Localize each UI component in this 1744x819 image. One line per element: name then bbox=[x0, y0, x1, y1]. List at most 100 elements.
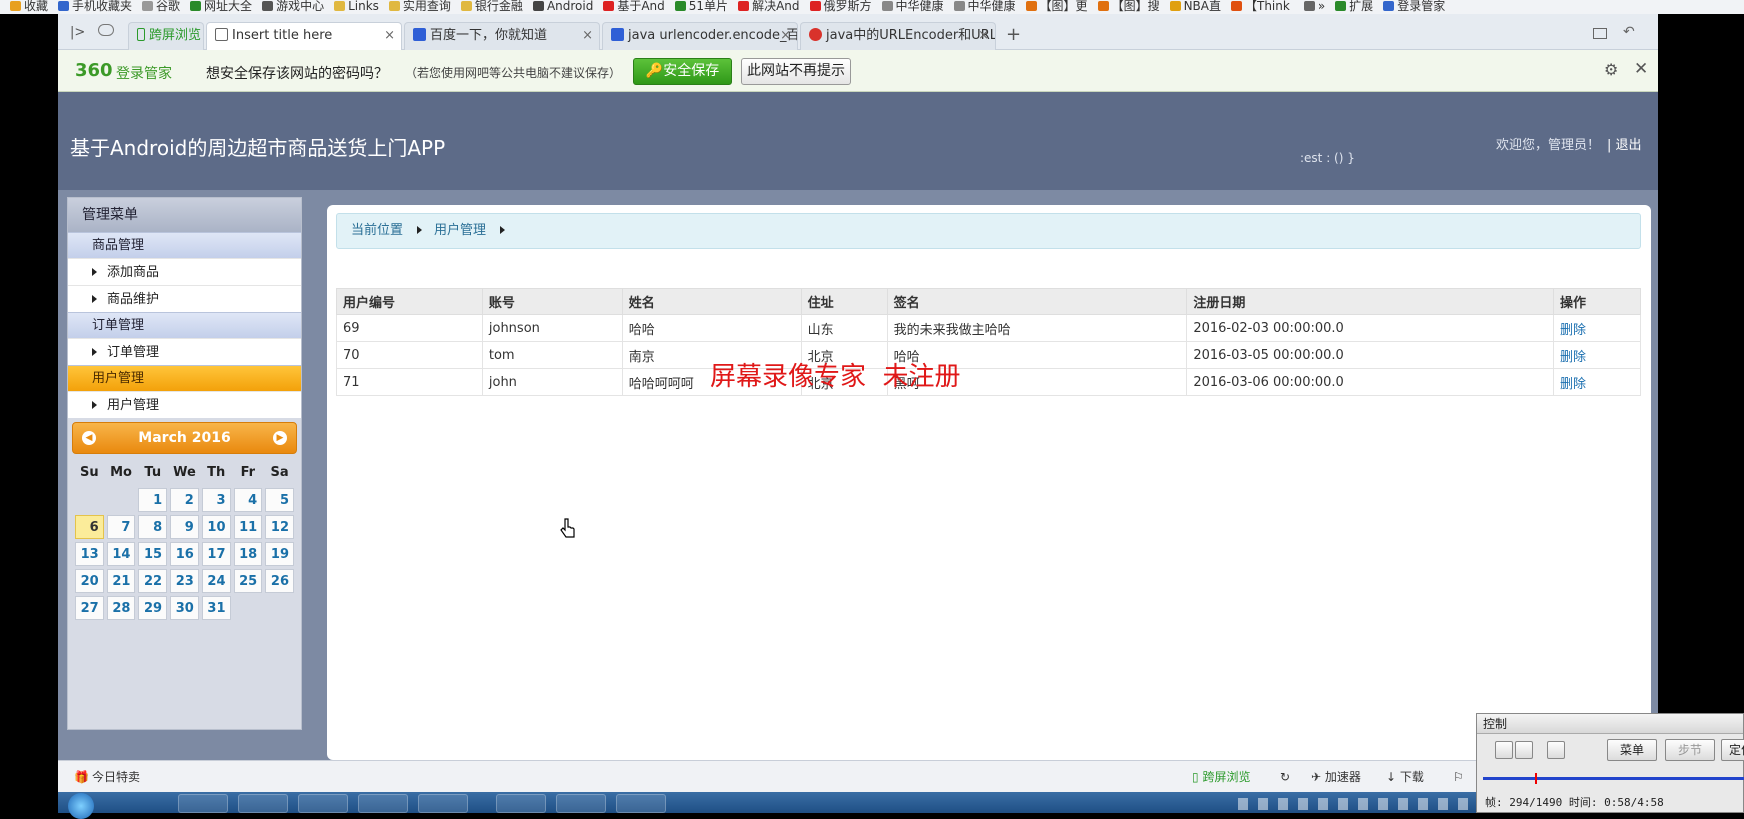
bookmark-item[interactable]: 【图】更 bbox=[1025, 0, 1088, 12]
menu-button[interactable]: 菜单 bbox=[1607, 739, 1657, 761]
calendar-day[interactable]: 27 bbox=[75, 596, 104, 620]
calendar-day[interactable]: 14 bbox=[106, 542, 136, 566]
locate-button[interactable]: 定位 bbox=[1721, 739, 1744, 761]
ie-icon[interactable] bbox=[178, 794, 228, 813]
bookmark-item[interactable]: 实用查询 bbox=[388, 0, 451, 12]
close-tab-icon[interactable]: × bbox=[384, 23, 395, 49]
menu-item-add-goods[interactable]: 添加商品 bbox=[68, 258, 301, 285]
undo-icon[interactable]: ↶ bbox=[1623, 24, 1635, 40]
calendar-day[interactable]: 21 bbox=[106, 569, 136, 593]
calendar-day[interactable]: 26 bbox=[265, 569, 294, 593]
bookmark-item[interactable]: 银行金融 bbox=[460, 0, 523, 12]
prev-month-icon[interactable]: ◀ bbox=[82, 431, 96, 445]
never-prompt-button[interactable]: 此网站不再提示 bbox=[741, 58, 851, 85]
bookmark-item[interactable]: 谷歌 bbox=[142, 0, 180, 12]
today-deals-link[interactable]: 今日特卖 bbox=[92, 761, 140, 793]
pause-button[interactable] bbox=[1495, 741, 1513, 759]
360-browser-icon[interactable] bbox=[238, 794, 288, 813]
cross-screen-link[interactable]: ▯ 跨屏浏览 bbox=[1192, 761, 1250, 793]
calendar-day[interactable]: 31 bbox=[201, 596, 231, 620]
calendar-day[interactable]: 19 bbox=[265, 542, 294, 566]
tab-insert-title[interactable]: Insert title here × bbox=[206, 22, 402, 51]
calendar-day[interactable]: 25 bbox=[233, 569, 263, 593]
bookmark-item[interactable]: NBA直 bbox=[1169, 0, 1221, 12]
calendar-day[interactable]: 4 bbox=[233, 488, 263, 512]
calendar-day[interactable]: 28 bbox=[106, 596, 136, 620]
bookmark-item[interactable]: 解决And bbox=[738, 0, 800, 12]
calendar-day[interactable]: 6 bbox=[75, 515, 104, 539]
bookmark-item[interactable]: 网址大全 bbox=[190, 0, 252, 12]
calendar-day[interactable]: 13 bbox=[75, 542, 104, 566]
close-bar-icon[interactable]: ✕ bbox=[1634, 59, 1648, 79]
chrome-like-icon[interactable] bbox=[358, 794, 408, 813]
close-tab-icon[interactable]: × bbox=[582, 23, 593, 49]
calendar-day[interactable]: 8 bbox=[138, 515, 168, 539]
bookmark-item[interactable]: 俄罗斯方 bbox=[809, 0, 872, 12]
new-tab-button[interactable]: + bbox=[1006, 24, 1021, 45]
breadcrumb-current-position[interactable]: 当前位置 bbox=[351, 223, 403, 238]
bookmark-item[interactable]: 登录管家 bbox=[1383, 0, 1445, 12]
bookmark-item[interactable]: 收藏 bbox=[10, 0, 48, 12]
bookmark-item[interactable]: Links bbox=[334, 0, 379, 12]
tab-java-urlencoder[interactable]: java urlencoder.encode_百度 × bbox=[602, 22, 798, 50]
bookmark-item[interactable]: 中华健康 bbox=[953, 0, 1016, 12]
tab-cross-screen[interactable]: 跨屏浏览 bbox=[128, 22, 204, 50]
calendar-day[interactable]: 12 bbox=[265, 515, 294, 539]
menu-item-user-management[interactable]: 用户管理 bbox=[68, 391, 301, 418]
bookmark-item[interactable]: 基于And bbox=[603, 0, 665, 12]
step-button[interactable]: 步节 bbox=[1665, 739, 1715, 761]
calendar-day[interactable]: 16 bbox=[170, 542, 199, 566]
calendar-day[interactable]: 22 bbox=[138, 569, 168, 593]
menu-item-goods-maintenance[interactable]: 商品维护 bbox=[68, 285, 301, 312]
menu-item-order-management[interactable]: 订单管理 bbox=[68, 338, 301, 365]
cloud-icon[interactable] bbox=[98, 24, 114, 36]
bookmark-item[interactable]: 扩展 bbox=[1335, 0, 1373, 12]
close-tab-icon[interactable]: × bbox=[780, 23, 791, 49]
bookmark-item[interactable]: 51单片 bbox=[674, 0, 728, 12]
calendar-day[interactable]: 9 bbox=[170, 515, 199, 539]
safe-save-button[interactable]: 🔑安全保存 bbox=[633, 58, 732, 85]
stop-button[interactable] bbox=[1515, 741, 1533, 759]
calendar-day[interactable]: 1 bbox=[138, 488, 168, 512]
calendar-day[interactable]: 23 bbox=[170, 569, 199, 593]
menu-group-users[interactable]: 用户管理 bbox=[68, 365, 301, 391]
bookmark-item[interactable]: 游戏中心 bbox=[262, 0, 324, 12]
eclipse-icon[interactable] bbox=[298, 794, 348, 813]
restore-icon[interactable] bbox=[1593, 28, 1607, 39]
calendar-day[interactable]: 5 bbox=[265, 488, 294, 512]
calendar-day[interactable]: 15 bbox=[138, 542, 168, 566]
back-icon[interactable]: |> bbox=[70, 25, 85, 40]
breadcrumb-user-management[interactable]: 用户管理 bbox=[434, 223, 486, 238]
tool-icon[interactable] bbox=[556, 794, 606, 813]
bookmark-item[interactable]: 【Think bbox=[1231, 0, 1290, 12]
delete-link[interactable]: 删除 bbox=[1560, 377, 1586, 392]
bookmark-item[interactable]: » bbox=[1303, 0, 1325, 12]
calendar-day[interactable]: 30 bbox=[170, 596, 199, 620]
bookmark-item[interactable]: 【图】搜 bbox=[1097, 0, 1160, 12]
calendar-day[interactable]: 18 bbox=[233, 542, 263, 566]
tab-baidu[interactable]: 百度一下，你就知道 × bbox=[404, 22, 600, 50]
progress-track[interactable] bbox=[1483, 773, 1744, 784]
tab-java-urldecoder[interactable]: java中的URLEncoder和URLD × bbox=[800, 22, 996, 50]
bookmark-item[interactable]: Android bbox=[532, 0, 593, 12]
progress-thumb[interactable] bbox=[1535, 773, 1537, 784]
settings-gear-icon[interactable]: ⚙ bbox=[1604, 60, 1618, 79]
calendar-day[interactable]: 2 bbox=[170, 488, 199, 512]
delete-link[interactable]: 删除 bbox=[1560, 350, 1586, 365]
start-orb-icon[interactable] bbox=[68, 793, 94, 819]
bookmark-item[interactable]: 中华健康 bbox=[881, 0, 944, 12]
download-link[interactable]: ↓ 下载 bbox=[1386, 761, 1424, 793]
logout-link[interactable]: | 退出 bbox=[1607, 134, 1642, 153]
accelerator-link[interactable]: ✈ 加速器 bbox=[1311, 761, 1361, 793]
menu-group-goods[interactable]: 商品管理 bbox=[68, 232, 301, 258]
close-tab-icon[interactable]: × bbox=[978, 23, 989, 49]
delete-link[interactable]: 删除 bbox=[1560, 323, 1586, 338]
calendar-day[interactable]: 17 bbox=[201, 542, 231, 566]
step-forward-button[interactable] bbox=[1547, 741, 1565, 759]
calendar-day[interactable]: 29 bbox=[138, 596, 168, 620]
calendar-day[interactable]: 20 bbox=[75, 569, 104, 593]
refresh-icon[interactable]: ↻ bbox=[1280, 761, 1290, 793]
calendar-day[interactable]: 7 bbox=[106, 515, 136, 539]
next-month-icon[interactable]: ▶ bbox=[273, 431, 287, 445]
calendar-day[interactable]: 24 bbox=[201, 569, 231, 593]
